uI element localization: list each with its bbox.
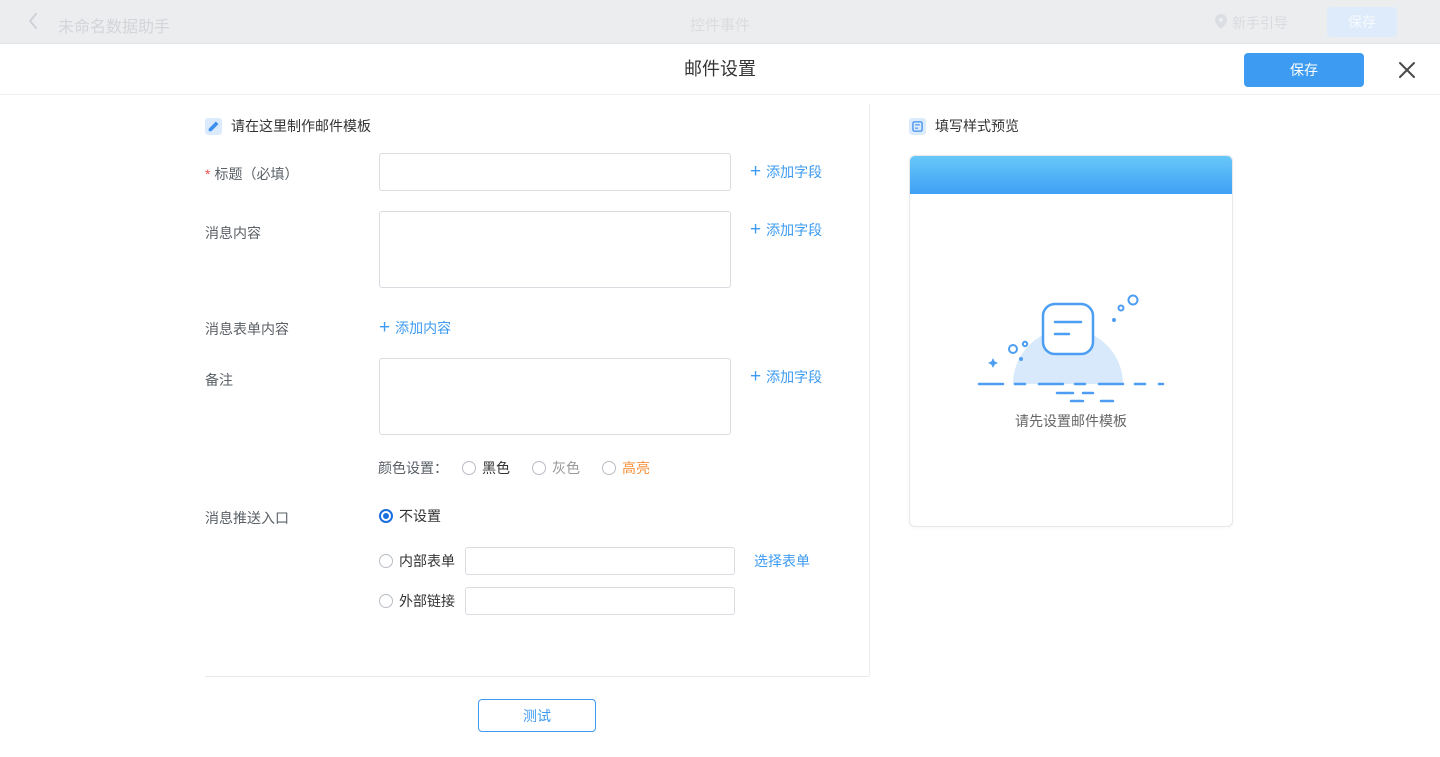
- add-content-link[interactable]: + 添加内容: [379, 318, 451, 338]
- remark-textarea[interactable]: [379, 358, 731, 435]
- color-option-gray[interactable]: 灰色: [532, 458, 580, 478]
- radio-icon[interactable]: [379, 594, 393, 608]
- form-preview-icon: [909, 118, 926, 135]
- app-topbar: 未命名数据助手 控件事件 新手引导 保存: [0, 0, 1440, 44]
- test-button[interactable]: 测试: [478, 699, 596, 732]
- topbar-tab-events[interactable]: 控件事件: [690, 14, 750, 35]
- modal-header: 邮件设置 保存: [0, 44, 1440, 95]
- title-input[interactable]: [379, 153, 731, 191]
- column-divider: [869, 104, 870, 676]
- message-textarea[interactable]: [379, 211, 731, 288]
- preview-card-header: [910, 156, 1232, 194]
- push-option-external-link: 外部链接: [379, 587, 735, 615]
- plus-icon: +: [750, 368, 761, 386]
- add-field-title-link[interactable]: + 添加字段: [750, 162, 822, 182]
- plus-icon: +: [750, 221, 761, 239]
- required-mark: *: [205, 166, 210, 182]
- topbar-save-button[interactable]: 保存: [1327, 7, 1397, 37]
- close-icon[interactable]: [1396, 59, 1418, 81]
- guide-link[interactable]: 新手引导: [1215, 13, 1288, 33]
- remark-field-label: 备注: [205, 370, 233, 390]
- push-option-none[interactable]: 不设置: [379, 507, 441, 525]
- guide-label: 新手引导: [1232, 13, 1288, 33]
- radio-icon[interactable]: [379, 554, 393, 568]
- plus-icon: +: [379, 319, 390, 337]
- radio-icon[interactable]: [602, 461, 616, 475]
- plus-icon: +: [750, 163, 761, 181]
- radio-icon[interactable]: [532, 461, 546, 475]
- preview-section-header: 填写样式预览: [909, 116, 1019, 136]
- form-section-title: 请在这里制作邮件模板: [231, 116, 371, 136]
- add-field-message-link[interactable]: + 添加字段: [750, 220, 822, 240]
- push-option-label[interactable]: 内部表单: [399, 551, 455, 571]
- title-field-label: *标题（必填）: [205, 164, 298, 184]
- color-setting-row: 颜色设置： 黑色 灰色 高亮: [378, 459, 650, 477]
- select-form-link[interactable]: 选择表单: [754, 551, 810, 571]
- message-field-label: 消息内容: [205, 223, 261, 243]
- push-option-internal-form: 内部表单 选择表单: [379, 547, 810, 575]
- form-footer-divider: [205, 676, 869, 677]
- color-option-black[interactable]: 黑色: [462, 458, 510, 478]
- add-field-remark-link[interactable]: + 添加字段: [750, 367, 822, 387]
- radio-selected-icon[interactable]: [379, 509, 393, 523]
- email-settings-modal: 邮件设置 保存 请在这里制作邮件模板 *标题（必填） + 添加字段 消息内容 +: [0, 44, 1440, 757]
- color-setting-label: 颜色设置：: [378, 458, 448, 478]
- radio-icon[interactable]: [462, 461, 476, 475]
- app-title: 未命名数据助手: [58, 13, 170, 37]
- form-section-header: 请在这里制作邮件模板: [205, 116, 371, 136]
- save-button[interactable]: 保存: [1244, 53, 1364, 87]
- preview-empty-text: 请先设置邮件模板: [910, 411, 1232, 431]
- back-icon[interactable]: [28, 12, 38, 35]
- preview-card: 请先设置邮件模板: [909, 155, 1233, 527]
- form-content-label: 消息表单内容: [205, 319, 289, 339]
- internal-form-input[interactable]: [465, 547, 735, 575]
- empty-state-illustration: [971, 286, 1171, 406]
- push-entry-label: 消息推送入口: [205, 508, 289, 528]
- preview-section-title: 填写样式预览: [935, 116, 1019, 136]
- external-link-input[interactable]: [465, 587, 735, 615]
- pencil-icon: [205, 118, 222, 135]
- screen: 未命名数据助手 控件事件 新手引导 保存 邮件设置 保存 请在这里制作邮件模板: [0, 0, 1440, 757]
- modal-title: 邮件设置: [0, 44, 1440, 95]
- push-option-label[interactable]: 外部链接: [399, 591, 455, 611]
- pin-icon: [1215, 14, 1227, 32]
- color-option-highlight[interactable]: 高亮: [602, 458, 650, 478]
